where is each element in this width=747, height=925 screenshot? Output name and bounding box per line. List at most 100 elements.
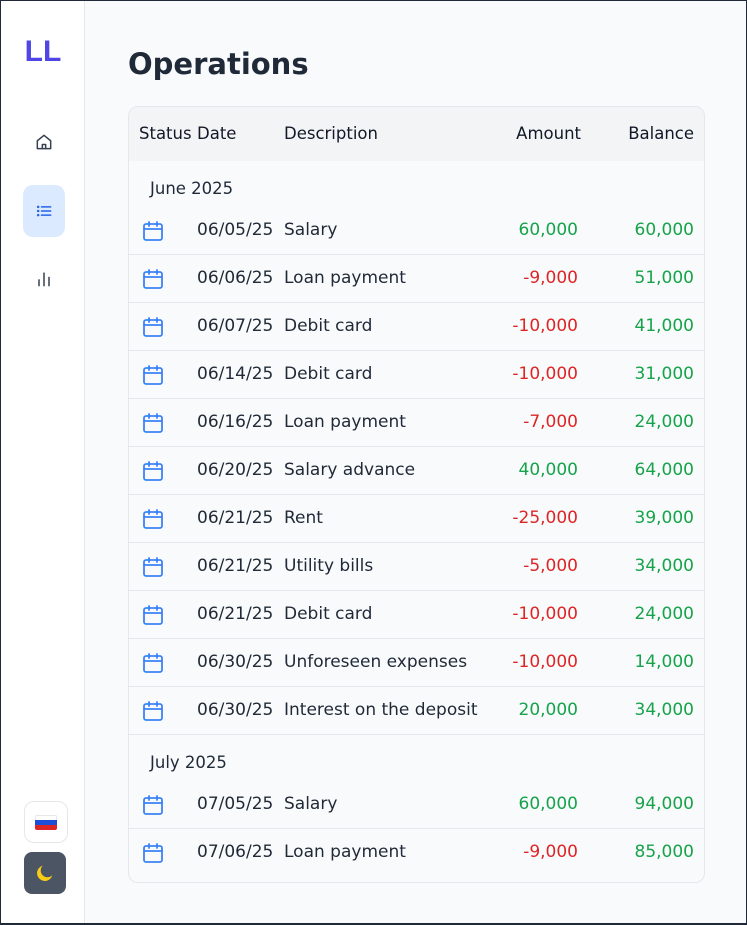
row-description: Salary — [284, 794, 338, 814]
table-header: Status Date Description Amount Balance — [129, 107, 704, 161]
row-description: Salary advance — [284, 460, 416, 480]
row-date: 07/06/25 — [197, 842, 274, 862]
table-row[interactable]: 06/20/25 Salary advance 40,000 64,000 — [129, 447, 704, 495]
table-row[interactable]: 06/30/25 Unforeseen expenses -10,000 14,000 — [129, 639, 704, 687]
month-group-header: June 2025 — [129, 161, 704, 207]
row-amount: -10,000 — [512, 364, 578, 384]
row-amount: 40,000 — [518, 460, 578, 480]
row-description: Rent — [284, 508, 323, 528]
row-amount: -7,000 — [523, 412, 578, 432]
row-balance: 60,000 — [634, 220, 694, 240]
row-description: Utility bills — [284, 556, 374, 576]
list-icon — [36, 205, 52, 217]
table-row[interactable]: 06/21/25 Rent -25,000 39,000 — [129, 495, 704, 543]
row-date: 06/16/25 — [197, 412, 274, 432]
app-window: LL Operations Status Date Description Am… — [0, 0, 747, 925]
row-balance: 14,000 — [634, 652, 694, 672]
calendar-icon — [141, 267, 165, 291]
sidebar-item-home[interactable] — [23, 116, 65, 168]
table-row[interactable]: 06/16/25 Loan payment -7,000 24,000 — [129, 399, 704, 447]
calendar-icon — [141, 411, 165, 435]
row-date: 06/20/25 — [197, 460, 274, 480]
table-row[interactable]: 06/21/25 Utility bills -5,000 34,000 — [129, 543, 704, 591]
home-icon — [36, 134, 52, 150]
row-description: Salary — [284, 220, 338, 240]
row-amount: 60,000 — [518, 220, 578, 240]
table-row[interactable]: 06/30/25 Interest on the deposit 20,000 34,… — [129, 687, 704, 735]
calendar-icon — [141, 459, 165, 483]
row-date: 06/21/25 — [197, 604, 274, 624]
column-header-description[interactable]: Description — [284, 124, 378, 143]
moon-icon — [37, 865, 53, 881]
row-balance: 51,000 — [634, 268, 694, 288]
column-header-amount[interactable]: Amount — [516, 124, 581, 143]
table-row[interactable]: 07/06/25 Loan payment -9,000 85,000 — [129, 829, 704, 877]
row-balance: 64,000 — [634, 460, 694, 480]
row-description: Debit card — [284, 316, 373, 336]
row-description: Debit card — [284, 364, 373, 384]
calendar-icon — [141, 507, 165, 531]
calendar-icon — [141, 315, 165, 339]
row-date: 06/21/25 — [197, 556, 274, 576]
table-row[interactable]: 06/05/25 Salary 60,000 60,000 — [129, 207, 704, 255]
row-date: 06/06/25 — [197, 268, 274, 288]
row-amount: -10,000 — [512, 604, 578, 624]
row-description: Debit card — [284, 604, 373, 624]
calendar-icon — [141, 603, 165, 627]
table-body: June 2025 06/05/25 Salary 60,000 60,000 06/06… — [129, 161, 704, 877]
row-amount: -5,000 — [523, 556, 578, 576]
calendar-icon — [141, 651, 165, 675]
page-title: Operations — [128, 47, 309, 81]
row-date: 06/30/25 — [197, 700, 274, 720]
month-label: July 2025 — [150, 753, 227, 772]
row-description: Unforeseen expenses — [284, 652, 468, 672]
calendar-icon — [141, 841, 165, 865]
row-description: Loan payment — [284, 842, 406, 862]
operations-table: Status Date Description Amount Balance J… — [128, 106, 705, 883]
row-amount: -10,000 — [512, 316, 578, 336]
row-amount: 20,000 — [518, 700, 578, 720]
table-row[interactable]: 06/07/25 Debit card -10,000 41,000 — [129, 303, 704, 351]
row-date: 06/14/25 — [197, 364, 274, 384]
sidebar-item-operations[interactable] — [23, 185, 65, 237]
row-balance: 41,000 — [634, 316, 694, 336]
column-header-status[interactable]: Status — [139, 124, 192, 143]
row-amount: -25,000 — [512, 508, 578, 528]
row-date: 06/30/25 — [197, 652, 274, 672]
calendar-icon — [141, 699, 165, 723]
sidebar-item-charts[interactable] — [23, 253, 65, 305]
main-content: Operations Status Date Description Amoun… — [85, 1, 746, 923]
row-date: 06/07/25 — [197, 316, 274, 336]
row-balance: 34,000 — [634, 556, 694, 576]
row-amount: -10,000 — [512, 652, 578, 672]
row-balance: 31,000 — [634, 364, 694, 384]
column-header-balance[interactable]: Balance — [628, 124, 694, 143]
table-row[interactable]: 06/14/25 Debit card -10,000 31,000 — [129, 351, 704, 399]
column-header-date[interactable]: Date — [197, 124, 236, 143]
app-logo[interactable]: LL — [1, 35, 85, 69]
month-group-header: July 2025 — [129, 735, 704, 781]
row-description: Loan payment — [284, 412, 406, 432]
theme-toggle-button[interactable] — [24, 852, 66, 894]
russia-flag-icon — [35, 814, 57, 830]
month-label: June 2025 — [150, 179, 234, 198]
calendar-icon — [141, 363, 165, 387]
calendar-icon — [141, 793, 165, 817]
calendar-icon — [141, 219, 165, 243]
table-row[interactable]: 07/05/25 Salary 60,000 94,000 — [129, 781, 704, 829]
row-balance: 39,000 — [634, 508, 694, 528]
row-amount: -9,000 — [523, 842, 578, 862]
table-row[interactable]: 06/21/25 Debit card -10,000 24,000 — [129, 591, 704, 639]
row-balance: 24,000 — [634, 604, 694, 624]
row-balance: 24,000 — [634, 412, 694, 432]
row-date: 06/05/25 — [197, 220, 274, 240]
row-date: 07/05/25 — [197, 794, 274, 814]
language-button[interactable] — [24, 801, 68, 843]
row-amount: 60,000 — [518, 794, 578, 814]
sidebar: LL — [1, 1, 85, 923]
row-date: 06/21/25 — [197, 508, 274, 528]
table-row[interactable]: 06/06/25 Loan payment -9,000 51,000 — [129, 255, 704, 303]
row-description: Interest on the deposit — [284, 700, 478, 720]
row-balance: 94,000 — [634, 794, 694, 814]
row-description: Loan payment — [284, 268, 406, 288]
